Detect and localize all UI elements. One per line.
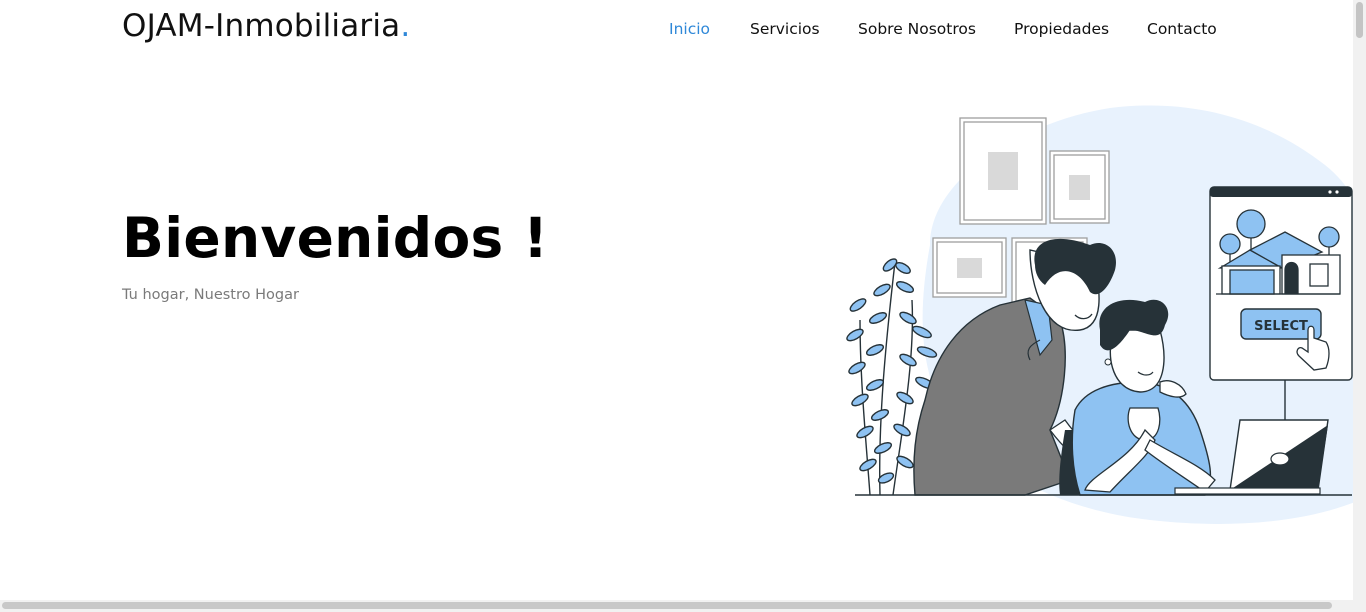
nav-link-propiedades[interactable]: Propiedades: [1014, 20, 1109, 38]
horizontal-scrollbar[interactable]: [0, 600, 1366, 612]
page: OJAM-Inmobiliaria. Inicio Servicios Sobr…: [0, 0, 1353, 600]
nav-link-contacto[interactable]: Contacto: [1147, 20, 1217, 38]
main-nav: Inicio Servicios Sobre Nosotros Propieda…: [0, 20, 1353, 42]
select-label: SELECT: [1254, 319, 1308, 334]
horizontal-scrollbar-thumb[interactable]: [2, 602, 1332, 609]
hero-title: Bienvenidos !: [122, 206, 549, 270]
nav-link-servicios[interactable]: Servicios: [750, 20, 820, 38]
nav-link-inicio[interactable]: Inicio: [669, 20, 710, 38]
vertical-scrollbar[interactable]: [1353, 0, 1366, 600]
hero-subtitle: Tu hogar, Nuestro Hogar: [122, 287, 299, 303]
vertical-scrollbar-thumb[interactable]: [1356, 2, 1363, 38]
hero-illustration: SELECT: [846, 105, 1353, 524]
nav-link-sobre-nosotros[interactable]: Sobre Nosotros: [858, 20, 976, 38]
